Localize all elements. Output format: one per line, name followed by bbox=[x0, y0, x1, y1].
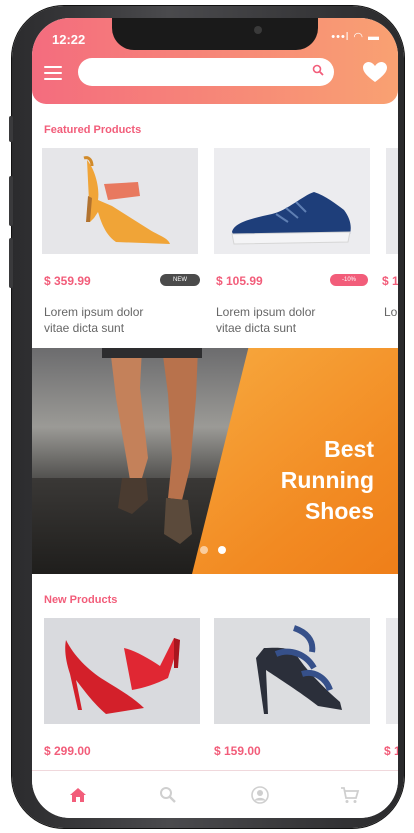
device-notch bbox=[112, 18, 318, 50]
product-image-blue-sneaker bbox=[214, 148, 370, 254]
product-desc-line2: vitae dicta sunt bbox=[44, 321, 125, 335]
volume-down-button bbox=[9, 238, 13, 288]
search-field[interactable] bbox=[90, 64, 294, 80]
search-icon[interactable] bbox=[158, 785, 178, 805]
product-price: $ 105.99 bbox=[216, 274, 263, 288]
status-icons: •••l ◠ ▬ bbox=[331, 31, 380, 43]
promo-banner[interactable]: Best Running Shoes bbox=[32, 348, 398, 574]
menu-icon[interactable] bbox=[44, 66, 62, 80]
product-desc-line2: vitae dicta sunt bbox=[216, 321, 297, 335]
banner-line-2: Running bbox=[280, 467, 374, 493]
section-title-featured: Featured Products bbox=[44, 124, 142, 136]
bottom-tab-bar bbox=[32, 770, 398, 818]
product-image-blue-strappy-heel bbox=[214, 618, 370, 724]
carousel-dot-active[interactable] bbox=[218, 546, 226, 554]
search-input[interactable] bbox=[78, 58, 334, 86]
status-time: 12:22 bbox=[52, 32, 86, 47]
product-image-partial bbox=[386, 618, 398, 724]
volume-up-button bbox=[9, 176, 13, 226]
camera-icon bbox=[254, 26, 262, 34]
product-price: $ 159.00 bbox=[214, 744, 261, 758]
product-desc-line1: Lorem ipsum dolor bbox=[216, 305, 316, 319]
profile-icon[interactable] bbox=[250, 785, 270, 805]
new-badge: NEW bbox=[160, 274, 200, 286]
section-title-new: New Products bbox=[44, 594, 118, 606]
sneaker-icon bbox=[214, 148, 370, 254]
banner-headline: Best Running Shoes bbox=[281, 434, 374, 527]
product-description: Lorem ipsum dolor vitae dicta sunt bbox=[216, 304, 366, 336]
product-card[interactable] bbox=[42, 148, 200, 254]
product-card[interactable] bbox=[44, 618, 202, 724]
product-price: $ 359.99 bbox=[44, 274, 91, 288]
product-image-yellow-heel bbox=[42, 148, 198, 254]
product-card[interactable] bbox=[214, 148, 372, 254]
high-heel-icon bbox=[42, 148, 198, 254]
home-icon[interactable] bbox=[68, 785, 88, 805]
heart-icon[interactable] bbox=[362, 61, 388, 83]
carousel-dot[interactable] bbox=[200, 546, 208, 554]
product-card-partial[interactable] bbox=[386, 618, 398, 724]
silent-switch bbox=[9, 116, 13, 142]
banner-line-1: Best bbox=[324, 436, 374, 462]
discount-badge: -10% bbox=[330, 274, 368, 286]
app-screen: 12:22 •••l ◠ ▬ Featured Products $ 359.9… bbox=[32, 18, 398, 818]
product-desc-line1: Lo bbox=[384, 305, 398, 319]
product-image-partial bbox=[386, 148, 398, 254]
product-price: $ 299.00 bbox=[44, 744, 91, 758]
high-heel-icon bbox=[214, 618, 370, 724]
product-image-red-heels bbox=[44, 618, 200, 724]
product-card-partial[interactable] bbox=[386, 148, 398, 254]
banner-line-3: Shoes bbox=[304, 498, 374, 524]
product-description: Lorem ipsum dolor vitae dicta sunt bbox=[44, 304, 194, 336]
product-card[interactable] bbox=[214, 618, 372, 724]
product-price: $ 1 bbox=[382, 274, 398, 288]
cart-icon[interactable] bbox=[340, 785, 360, 805]
high-heel-icon bbox=[44, 618, 200, 724]
product-desc-line1: Lorem ipsum dolor bbox=[44, 305, 144, 319]
search-icon[interactable] bbox=[312, 64, 324, 76]
product-price: $ 1 bbox=[384, 744, 398, 758]
